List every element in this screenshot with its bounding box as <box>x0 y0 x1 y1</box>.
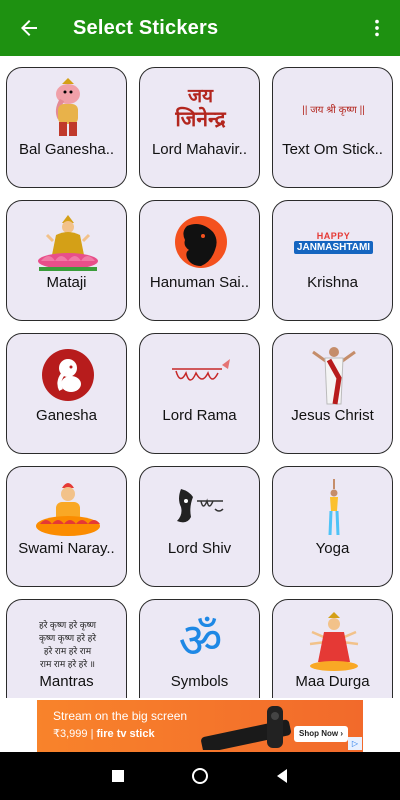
sticker-label: Mantras <box>39 673 94 690</box>
jesus-christ-icon <box>273 342 392 408</box>
sticker-label: Lord Mahavir.. <box>151 141 248 158</box>
sticker-label: Mataji <box>46 274 87 291</box>
shri-ram-calligraphy-icon <box>140 342 259 408</box>
fire-tv-remote-icon <box>201 706 291 750</box>
sticker-card-symbols[interactable]: ॐ Symbols <box>139 599 260 698</box>
system-nav-bar <box>0 752 400 800</box>
ad-price-line: ₹3,999 | fire tv stick <box>53 728 155 740</box>
sticker-card-jesus-christ[interactable]: Jesus Christ <box>272 333 393 454</box>
sticker-card-mataji[interactable]: Mataji <box>6 200 127 321</box>
yoga-pose-icon <box>273 475 392 541</box>
jai-jinendra-text-icon: जय जिनेन्द्र <box>175 86 226 131</box>
sticker-card-ganesha[interactable]: Ganesha <box>6 333 127 454</box>
sticker-label: Text Om Stick.. <box>282 141 383 158</box>
sticker-label: Lord Shiv <box>167 540 232 557</box>
sticker-label: Swami Naray.. <box>18 540 115 557</box>
back-icon[interactable] <box>272 766 292 786</box>
sticker-label: Maa Durga <box>295 673 370 690</box>
back-arrow-icon[interactable] <box>16 16 42 40</box>
sticker-label: Bal Ganesha.. <box>18 141 115 158</box>
sticker-card-lord-shiv[interactable]: Lord Shiv <box>139 466 260 587</box>
mantra-text-icon: हरे कृष्ण हरे कृष्ण कृष्ण कृष्ण हरे हरे … <box>38 620 97 669</box>
lakshmi-icon <box>7 209 126 275</box>
sticker-card-text-om[interactable]: || जय श्री कृष्ण || Text Om Stick.. <box>272 67 393 188</box>
ganesha-logo-icon <box>7 342 126 408</box>
sticker-card-yoga[interactable]: Yoga <box>272 466 393 587</box>
ad-choices-icon[interactable]: ▷ <box>348 737 362 750</box>
shop-now-button[interactable]: Shop Now › <box>294 726 348 742</box>
sticker-card-lord-mahavir[interactable]: जय जिनेन्द्र Lord Mahavir.. <box>139 67 260 188</box>
sticker-card-hanuman[interactable]: Hanuman Sai.. <box>139 200 260 321</box>
sticker-label: Krishna <box>307 274 358 291</box>
sticker-card-maa-durga[interactable]: Maa Durga <box>272 599 393 698</box>
sticker-label: Jesus Christ <box>291 407 374 424</box>
sticker-card-mantras[interactable]: हरे कृष्ण हरे कृष्ण कृष्ण कृष्ण हरे हरे … <box>6 599 127 698</box>
home-icon[interactable] <box>190 766 210 786</box>
ad-banner[interactable]: Stream on the big screen ₹3,999 | fire t… <box>37 700 363 752</box>
sticker-label: Yoga <box>315 540 350 557</box>
page-title: Select Stickers <box>73 17 219 39</box>
hanuman-silhouette-icon <box>140 209 259 275</box>
maa-durga-icon <box>273 608 392 674</box>
app-bar: Select Stickers <box>0 0 400 56</box>
happy-janmashtami-icon: HAPPY JANMASHTAMI <box>273 209 392 275</box>
more-options-icon[interactable] <box>366 16 388 40</box>
sticker-label: Ganesha <box>36 407 97 424</box>
jai-shri-krishna-text-icon: || जय श्री कृष्ण || <box>302 105 365 116</box>
bal-ganesha-icon <box>7 76 126 142</box>
sticker-label: Hanuman Sai.. <box>149 274 250 291</box>
sticker-label: Symbols <box>170 673 229 690</box>
sticker-grid: Bal Ganesha.. जय जिनेन्द्र Lord Mahavir.… <box>0 56 400 698</box>
sticker-card-krishna[interactable]: HAPPY JANMASHTAMI Krishna <box>272 200 393 321</box>
swaminarayan-icon <box>7 475 126 541</box>
ad-headline: Stream on the big screen <box>53 709 188 723</box>
sticker-card-swami-narayan[interactable]: Swami Naray.. <box>6 466 127 587</box>
recent-apps-icon[interactable] <box>108 766 128 786</box>
shiva-calligraphy-icon <box>140 475 259 541</box>
sticker-label: Lord Rama <box>162 407 237 424</box>
sticker-card-lord-rama[interactable]: Lord Rama <box>139 333 260 454</box>
sticker-card-bal-ganesha[interactable]: Bal Ganesha.. <box>6 67 127 188</box>
om-symbol-icon: ॐ <box>178 613 223 669</box>
